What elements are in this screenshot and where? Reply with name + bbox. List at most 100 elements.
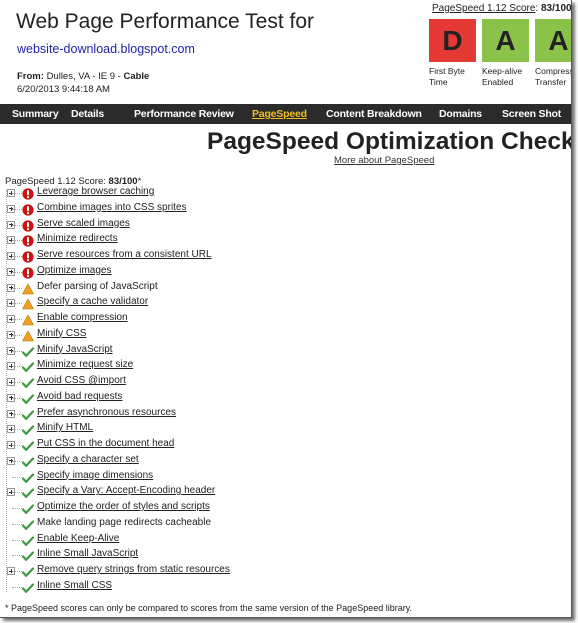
rule-item: Specify a Vary: Accept-Encoding header <box>4 484 324 500</box>
tree-connector <box>12 429 22 431</box>
nav-tab-details[interactable]: Details <box>71 108 104 120</box>
more-about-pagespeed-link[interactable]: More about PageSpeed <box>334 155 434 166</box>
tree-connector <box>12 413 22 415</box>
nav-tab-screen-shot[interactable]: Screen Shot <box>502 108 561 120</box>
rule-label[interactable]: Avoid bad requests <box>37 391 122 402</box>
rule-label[interactable]: Inline Small CSS <box>37 580 112 591</box>
nav-tab-summary[interactable]: Summary <box>12 108 59 120</box>
rule-item: Serve resources from a consistent URL <box>4 248 324 264</box>
rule-label[interactable]: Remove query strings from static resourc… <box>37 564 230 575</box>
tree-connector <box>12 571 22 572</box>
rule-label[interactable]: Combine images into CSS sprites <box>37 202 187 213</box>
nav-tab-performance-review[interactable]: Performance Review <box>134 108 234 120</box>
checkmark-icon <box>21 345 35 357</box>
tree-connector <box>12 319 22 320</box>
rule-label[interactable]: Leverage browser caching <box>37 186 154 197</box>
rule-label[interactable]: Serve scaled images <box>37 218 130 229</box>
checkmark-icon <box>21 581 35 593</box>
grade-card-compress-transfer[interactable]: A Compress Transfer <box>535 19 571 88</box>
rule-label[interactable]: Minimize redirects <box>37 233 118 244</box>
checkmark-icon <box>21 439 35 451</box>
rule-item: Make landing page redirects cacheable <box>4 516 324 532</box>
tree-connector <box>12 586 22 588</box>
rule-label[interactable]: Specify a Vary: Accept-Encoding header <box>37 485 215 496</box>
tree-connector <box>12 492 22 494</box>
grade-letter: D <box>429 19 476 62</box>
checkmark-icon <box>21 486 35 499</box>
tested-site-link[interactable]: website-download.blogspot.com <box>17 42 195 56</box>
pagespeed-score-value: 83/100 <box>540 3 572 14</box>
rule-label[interactable]: Minify HTML <box>37 422 93 433</box>
grade-letter: A <box>535 19 571 62</box>
tree-connector <box>12 208 22 210</box>
rule-item: Avoid CSS @import <box>4 374 324 390</box>
checkmark-icon <box>21 518 35 530</box>
rule-label[interactable]: Prefer asynchronous resources <box>37 407 176 418</box>
footnote: * PageSpeed scores can only be compared … <box>5 603 413 613</box>
error-icon <box>22 187 34 200</box>
checkmark-icon <box>21 408 35 420</box>
rule-label[interactable]: Avoid CSS @import <box>37 375 126 386</box>
checkmark-icon <box>21 565 35 577</box>
grade-card-first-byte[interactable]: D First Byte Time <box>429 19 476 88</box>
tree-connector <box>12 555 22 557</box>
pagespeed-score-summary: PageSpeed 1.12 Score: 83/100 <box>432 3 572 14</box>
rule-label[interactable]: Put CSS in the document head <box>37 438 174 449</box>
rule-label[interactable]: Minimize request size <box>37 359 133 370</box>
rule-label[interactable]: Inline Small JavaScript <box>37 548 138 559</box>
nav-tab-pagespeed[interactable]: PageSpeed <box>252 108 307 120</box>
rule-label[interactable]: Minify CSS <box>37 328 86 339</box>
rule-label[interactable]: Optimize the order of styles and scripts <box>37 501 210 512</box>
error-icon <box>22 266 34 279</box>
rule-item: Specify image dimensions <box>4 469 324 485</box>
checkmark-icon <box>21 360 35 373</box>
rule-label[interactable]: Minify JavaScript <box>37 344 113 355</box>
tree-connector <box>12 508 22 509</box>
section-title: PageSpeed Optimization Check <box>207 128 572 155</box>
tree-connector <box>12 397 22 399</box>
nav-tab-content-breakdown[interactable]: Content Breakdown <box>326 108 422 120</box>
rule-item: Enable compression <box>4 311 324 327</box>
checkmark-icon <box>21 455 35 467</box>
checkmark-icon <box>21 423 35 436</box>
warning-icon <box>21 297 35 310</box>
rule-label[interactable]: Enable Keep-Alive <box>37 533 119 544</box>
tree-connector <box>12 271 22 273</box>
nav-tab-domains[interactable]: Domains <box>439 108 482 120</box>
grade-card-keep-alive[interactable]: A Keep-alive Enabled <box>482 19 529 88</box>
warning-icon <box>21 313 35 326</box>
rule-item: Serve scaled images <box>4 217 324 233</box>
error-icon <box>22 219 34 232</box>
rule-item: Optimize images <box>4 264 324 280</box>
rule-label: Defer parsing of JavaScript <box>37 280 158 292</box>
rule-item: Minify JavaScript <box>4 343 324 359</box>
main-nav: Summary Details Performance Review PageS… <box>0 104 571 124</box>
rule-item: Defer parsing of JavaScript <box>4 280 324 296</box>
rule-item: Specify a cache validator <box>4 295 324 311</box>
rule-item: Enable Keep-Alive <box>4 532 324 548</box>
tree-connector <box>12 193 22 194</box>
rule-item: Minify CSS <box>4 327 324 343</box>
tree-connector <box>12 350 22 352</box>
error-icon <box>22 203 34 216</box>
page-heading: Web Page Performance Test for <box>16 10 315 33</box>
error-icon <box>22 234 34 247</box>
rule-label[interactable]: Serve resources from a consistent URL <box>37 249 212 260</box>
rule-label[interactable]: Specify a cache validator <box>37 296 148 307</box>
error-icon <box>22 250 34 263</box>
rule-label[interactable]: Specify image dimensions <box>37 470 153 481</box>
grade-letter: A <box>482 19 529 62</box>
rule-item: Remove query strings from static resourc… <box>4 563 324 579</box>
checkmark-icon <box>21 549 35 562</box>
rule-item: Avoid bad requests <box>4 390 324 406</box>
warning-icon <box>21 282 35 294</box>
tree-connector <box>12 287 22 289</box>
rule-label[interactable]: Specify a character set <box>37 454 139 465</box>
tree-connector <box>12 240 22 242</box>
checkmark-icon <box>21 502 35 514</box>
rule-label[interactable]: Enable compression <box>37 312 128 323</box>
test-info: From: Dulles, VA - IE 9 - Cable 6/20/201… <box>17 70 149 96</box>
rule-label[interactable]: Optimize images <box>37 265 111 276</box>
checkmark-icon <box>21 376 35 388</box>
pagespeed-score-link[interactable]: PageSpeed 1.12 Score <box>432 3 535 14</box>
